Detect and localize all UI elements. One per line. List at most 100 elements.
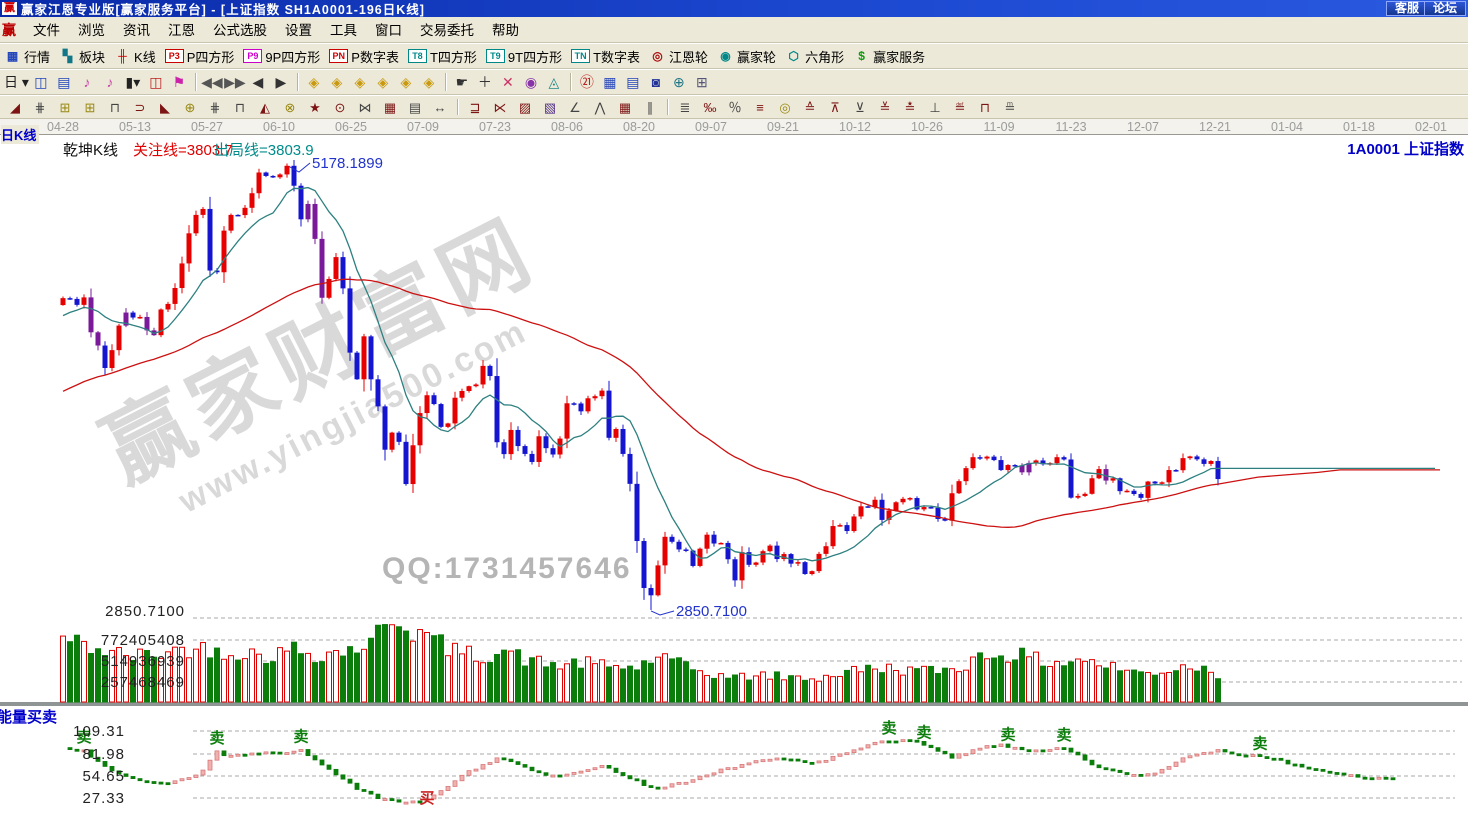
draw-tool-icon-15[interactable]: ▦ [378,98,402,117]
toolbar-item-行情[interactable]: ▦行情 [4,47,50,66]
draw-tool-icon-35[interactable]: ⊻ [848,98,872,117]
diamond-x-icon[interactable]: ◈ [372,72,394,93]
info-icon[interactable]: ▤ [53,72,75,93]
graph9-icon[interactable]: ♪ [99,72,121,93]
customer-service-button[interactable]: 客服 [1386,1,1428,16]
chart-style-icon[interactable]: ◫ [30,72,52,93]
toolbar-item-P数字表[interactable]: PNP数字表 [329,47,399,66]
draw-tool-icon-25[interactable]: ▦ [613,98,637,117]
menu-item-江恩[interactable]: 江恩 [159,19,204,42]
draw-tool-icon-5[interactable]: ⊃ [128,98,152,117]
toolbar-item-六角形[interactable]: ⬡六角形 [785,47,844,66]
draw-tool-icon-30[interactable]: ％ [723,98,747,117]
draw-tool-icon-6[interactable]: ◣ [153,98,177,117]
candle-dropdown[interactable]: ▮▾ [122,72,144,93]
toolbar-item-P四方形[interactable]: P3P四方形 [165,47,235,66]
draw-tool-icon-17[interactable]: ↔ [428,98,452,117]
next-icon[interactable]: ▶ [270,72,292,93]
draw-tool-icon-24[interactable]: ⋀ [588,98,612,117]
indicator-axis-label-1: 109.31 [5,723,125,740]
draw-tool-icon-40[interactable]: ⊓ [973,98,997,117]
draw-tool-icon-31[interactable]: ≡ [748,98,772,117]
draw-tool-icon-16[interactable]: ▤ [403,98,427,117]
draw-tool-icon-38[interactable]: ⊥ [923,98,947,117]
menu-item-帮助[interactable]: 帮助 [483,19,528,42]
draw-tool-icon-9[interactable]: ⊓ [228,98,252,117]
draw-tool-icon-4[interactable]: ⊓ [103,98,127,117]
draw-tool-icon-11[interactable]: ⊗ [278,98,302,117]
draw-tool-icon-37[interactable]: ≛ [898,98,922,117]
draw-tool-icon-13[interactable]: ⊙ [328,98,352,117]
brain-icon[interactable]: ◬ [543,72,565,93]
draw-tool-icon-28[interactable]: ≣ [673,98,697,117]
toolbar-item-label: T四方形 [430,47,477,66]
draw-tool-icon-36[interactable]: ≚ [873,98,897,117]
draw-tool-icon-39[interactable]: ≝ [948,98,972,117]
draw-tool-icon-23[interactable]: ∠ [563,98,587,117]
draw-tool-icon-12[interactable]: ★ [303,98,327,117]
menu-item-设置[interactable]: 设置 [276,19,321,42]
draw-tool-icon-29[interactable]: ‰ [698,98,722,117]
draw-tool-icon-1[interactable]: ⋕ [28,98,52,117]
last-icon[interactable]: ▶▶ [224,72,246,93]
chart-canvas[interactable]: 卖卖卖卖卖卖卖卖买 [0,119,1468,816]
flag-icon[interactable]: ⚑ [168,72,190,93]
toolbar-item-K线[interactable]: ╫K线 [114,47,156,66]
cut-icon[interactable]: ✕ [497,72,519,93]
toolbar-item-赢家服务[interactable]: $赢家服务 [853,47,925,66]
draw-tool-icon-22[interactable]: ▧ [538,98,562,117]
diamond-all-icon[interactable]: ◈ [418,72,440,93]
diamond-v-icon[interactable]: ◈ [395,72,417,93]
toolbar-item-9P四方形[interactable]: P99P四方形 [243,47,320,66]
draw-tool-icon-10[interactable]: ◭ [253,98,277,117]
draw-tool-icon-14[interactable]: ⋈ [353,98,377,117]
web-icon[interactable]: ⊕ [668,72,690,93]
draw-tool-icon-2[interactable]: ⊞ [53,98,77,117]
export-icon[interactable]: ⊞ [691,72,713,93]
menu-item-资讯[interactable]: 资讯 [114,19,159,42]
notes-icon[interactable]: ▤ [622,72,644,93]
toolbar-item-label: P数字表 [351,47,399,66]
window-icon[interactable]: ◫ [145,72,167,93]
toolbar-item-T数字表[interactable]: TNT数字表 [571,47,640,66]
calendar-icon[interactable]: ㉑ [576,72,598,93]
toolbar-item-9T四方形[interactable]: T99T四方形 [486,47,562,66]
menu-item-工具[interactable]: 工具 [321,19,366,42]
application-window: 赢 赢家江恩专业版[赢家服务平台] - [上证指数 SH1A0001-196日K… [0,0,1468,816]
toolbar-item-江恩轮[interactable]: ◎江恩轮 [649,47,708,66]
menu-item-浏览[interactable]: 浏览 [69,19,114,42]
draw-tool-icon-21[interactable]: ▨ [513,98,537,117]
draw-tool-icon-20[interactable]: ⋉ [488,98,512,117]
save-icon[interactable]: ◙ [645,72,667,93]
menu-item-交易委托[interactable]: 交易委托 [411,19,483,42]
draw-tool-icon-7[interactable]: ⊕ [178,98,202,117]
toolbar-item-赢家轮[interactable]: ◉赢家轮 [717,47,776,66]
window-menu-icon[interactable]: 赢 [2,22,18,38]
diamond-h-icon[interactable]: ◈ [349,72,371,93]
crosshair-icon[interactable]: ＋ [474,72,496,93]
menu-item-文件[interactable]: 文件 [24,19,69,42]
draw-tool-icon-19[interactable]: ⊒ [463,98,487,117]
toolbar-item-板块[interactable]: ▚板块 [59,47,105,66]
prev-icon[interactable]: ◀ [247,72,269,93]
draw-tool-icon-33[interactable]: ≙ [798,98,822,117]
draw-tool-icon-8[interactable]: ⋕ [203,98,227,117]
toolbar-item-T四方形[interactable]: T8T四方形 [408,47,477,66]
draw-tool-icon-0[interactable]: ◢ [3,98,27,117]
calculator-icon[interactable]: ▦ [599,72,621,93]
forum-button[interactable]: 论坛 [1424,1,1466,16]
draw-tool-icon-26[interactable]: ∥ [638,98,662,117]
draw-tool-icon-3[interactable]: ⊞ [78,98,102,117]
menu-item-窗口[interactable]: 窗口 [366,19,411,42]
graph3-icon[interactable]: ♪ [76,72,98,93]
flower-icon[interactable]: ◉ [520,72,542,93]
menu-item-公式选股[interactable]: 公式选股 [204,19,276,42]
diamond-left-icon[interactable]: ◈ [303,72,325,93]
diamond-right-icon[interactable]: ◈ [326,72,348,93]
draw-tool-icon-32[interactable]: ◎ [773,98,797,117]
hand-icon[interactable]: ☛ [451,72,473,93]
draw-tool-icon-41[interactable]: ≞ [998,98,1022,117]
draw-tool-icon-34[interactable]: ⊼ [823,98,847,117]
first-icon[interactable]: ◀◀ [201,72,223,93]
period-dropdown[interactable]: 日 ▾ [4,72,29,93]
